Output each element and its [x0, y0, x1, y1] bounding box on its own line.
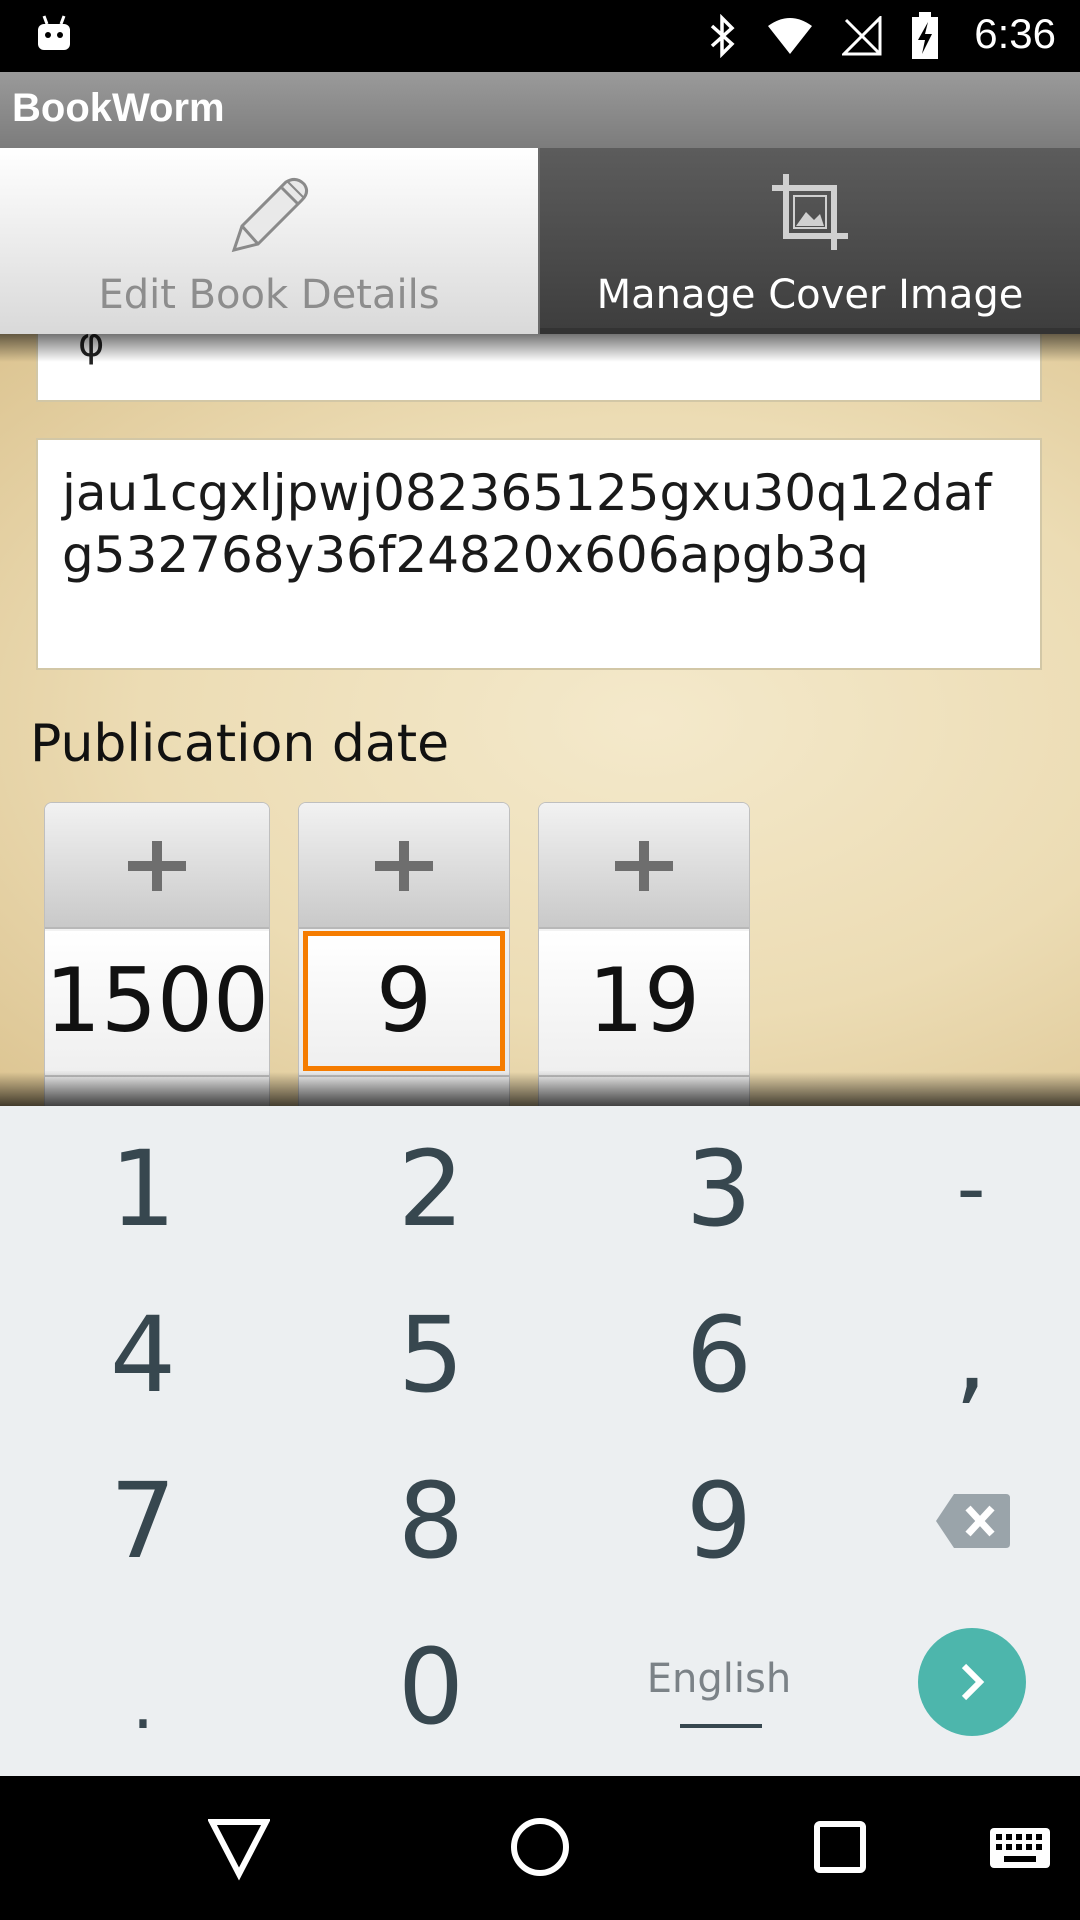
language-label: English	[646, 1656, 792, 1702]
month-picker: 9	[298, 802, 510, 1106]
key-label: 4	[109, 1294, 177, 1416]
action-bar: BookWorm	[0, 72, 1080, 148]
pencil-icon	[231, 177, 309, 253]
backspace-icon	[936, 1494, 1010, 1548]
battery-charging-icon	[912, 12, 938, 59]
key-label: 2	[397, 1128, 465, 1250]
key-label: 0	[397, 1626, 465, 1748]
key-2[interactable]: 2	[296, 1106, 566, 1272]
no-signal-icon	[842, 16, 882, 56]
key-7[interactable]: 7	[8, 1438, 278, 1604]
app-title: BookWorm	[12, 86, 225, 130]
numeric-keyboard: 1 2 3 - 4 5 6 , 7 8 9 . 0 English	[0, 1106, 1080, 1776]
keyboard-icon[interactable]	[988, 1812, 1052, 1882]
back-icon[interactable]	[208, 1812, 270, 1882]
bluetooth-icon	[710, 14, 735, 58]
day-decrement-button[interactable]	[539, 1075, 749, 1106]
isbn-field[interactable]: jau1cgxljpwj082365125gxu30q12dafg532768y…	[36, 438, 1042, 670]
key-label: 5	[397, 1294, 465, 1416]
year-picker: 1500	[44, 802, 270, 1106]
key-8[interactable]: 8	[296, 1438, 566, 1604]
tab-label: Manage Cover Image	[596, 272, 1024, 318]
plus-icon	[615, 841, 673, 891]
key-label: 1	[109, 1128, 177, 1250]
month-increment-button[interactable]	[299, 803, 509, 929]
month-value[interactable]: 9	[303, 931, 505, 1071]
key-1[interactable]: 1	[8, 1106, 278, 1272]
key-3[interactable]: 3	[584, 1106, 854, 1272]
plus-icon	[128, 841, 186, 891]
month-decrement-button[interactable]	[299, 1075, 509, 1106]
key-label: 9	[685, 1460, 753, 1582]
edit-form: φ jau1cgxljpwj082365125gxu30q12dafg53276…	[0, 334, 1080, 1106]
key-4[interactable]: 4	[8, 1272, 278, 1438]
key-backspace[interactable]	[836, 1438, 1080, 1604]
plus-icon	[375, 841, 433, 891]
day-increment-button[interactable]	[539, 803, 749, 929]
wifi-icon	[768, 18, 812, 54]
field-value: φ	[78, 334, 105, 366]
year-value[interactable]: 1500	[45, 931, 269, 1071]
status-icons	[708, 12, 940, 60]
key-0[interactable]: 0	[296, 1604, 566, 1770]
key-dot[interactable]: .	[8, 1604, 278, 1770]
text-field-partial[interactable]: φ	[36, 334, 1042, 402]
key-label: 3	[685, 1128, 753, 1250]
key-language[interactable]: English	[584, 1604, 854, 1770]
tab-bar: Edit Book Details Manage Cover Image	[0, 148, 1080, 334]
tab-manage-cover-image[interactable]: Manage Cover Image	[540, 148, 1080, 334]
crop-image-icon	[772, 174, 848, 250]
home-icon[interactable]	[508, 1812, 572, 1882]
key-minus[interactable]: -	[836, 1106, 1080, 1272]
go-button[interactable]	[918, 1628, 1026, 1736]
key-label: 8	[397, 1460, 465, 1582]
day-value[interactable]: 19	[539, 931, 749, 1071]
language-underline	[680, 1724, 762, 1728]
year-increment-button[interactable]	[45, 803, 269, 929]
status-time: 6:36	[974, 10, 1056, 57]
key-label: ,	[954, 1294, 988, 1416]
publication-date-label: Publication date	[30, 714, 450, 774]
key-comma[interactable]: ,	[836, 1272, 1080, 1438]
key-label: .	[131, 1663, 155, 1745]
year-decrement-button[interactable]	[45, 1075, 269, 1106]
recents-icon[interactable]	[812, 1812, 868, 1882]
key-label: -	[956, 1142, 986, 1235]
key-5[interactable]: 5	[296, 1272, 566, 1438]
chevron-right-icon	[961, 1663, 985, 1701]
tab-label: Edit Book Details	[98, 272, 440, 318]
key-label: 7	[109, 1460, 177, 1582]
key-label: 6	[685, 1294, 753, 1416]
day-picker: 19	[538, 802, 750, 1106]
key-6[interactable]: 6	[584, 1272, 854, 1438]
status-bar: 6:36	[0, 0, 1080, 72]
android-icon	[38, 15, 70, 50]
navigation-bar	[0, 1776, 1080, 1920]
key-9[interactable]: 9	[584, 1438, 854, 1604]
tab-edit-book-details[interactable]: Edit Book Details	[0, 148, 540, 334]
